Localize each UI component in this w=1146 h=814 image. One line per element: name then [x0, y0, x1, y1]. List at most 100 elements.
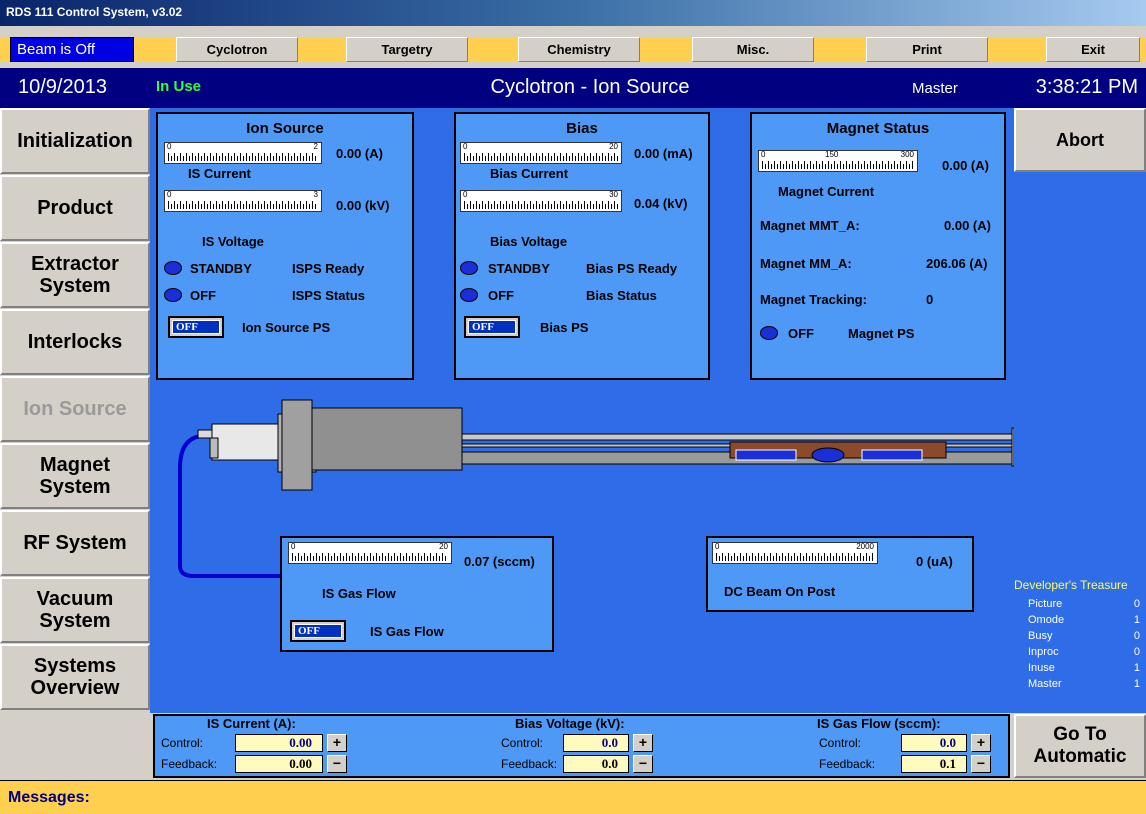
bias-panel: Bias 0 20 0.00 (mA) Bias Current 0 30 0.… — [454, 112, 710, 380]
dev-value: 0 — [1133, 598, 1140, 610]
bias-voltage-decrease-button[interactable]: − — [633, 755, 653, 773]
nav-vacuum-system[interactable]: Vacuum System — [0, 577, 150, 643]
magnet-ps-label: Magnet PS — [848, 326, 915, 341]
dev-value: 0 — [1133, 630, 1140, 642]
control-label: Control: — [161, 736, 204, 750]
is-current-feedback: 0.00 — [235, 755, 323, 773]
dev-key: Busy — [1028, 630, 1053, 642]
bias-ps-toggle[interactable]: OFF — [464, 316, 520, 338]
toggle-state: OFF — [468, 320, 516, 334]
dc-beam-value: 0 (uA) — [916, 554, 953, 569]
bias-current-label: Bias Current — [490, 166, 569, 181]
bias-current-gauge: 0 20 — [460, 142, 622, 164]
isps-status-state: OFF — [190, 288, 216, 303]
magnet-tracking-value: 0 — [926, 292, 934, 307]
magnet-current-value: 0.00 (A) — [942, 158, 989, 173]
mount-plate — [281, 399, 313, 491]
gauge-max: 20 — [439, 542, 448, 551]
is-gas-flow-value: 0.07 (sccm) — [464, 554, 535, 569]
bias-title: Bias — [566, 120, 598, 137]
nav-initialization[interactable]: Initialization — [0, 108, 150, 174]
bias-ps-ready-label: Bias PS Ready — [586, 261, 678, 276]
abort-button[interactable]: Abort — [1014, 108, 1146, 172]
nav-systems-overview[interactable]: Systems Overview — [0, 644, 150, 710]
dev-value: 1 — [1133, 614, 1140, 626]
ion-source-title: Ion Source — [246, 120, 324, 137]
nav-magnet-system[interactable]: Magnet System — [0, 443, 150, 509]
feedback-label: Feedback: — [501, 757, 558, 771]
is-current-increase-button[interactable]: + — [327, 734, 347, 752]
bias-voltage-feedback: 0.0 — [563, 755, 629, 773]
nav-interlocks[interactable]: Interlocks — [0, 309, 150, 375]
dev-key: Omode — [1028, 614, 1065, 626]
is-gas-flow-decrease-button[interactable]: − — [971, 755, 991, 773]
dev-key: Master — [1028, 678, 1062, 690]
is-gas-flow-control-input[interactable]: 0.0 — [901, 734, 967, 752]
dc-beam-panel: 0 2000 0 (uA) DC Beam On Post — [706, 536, 974, 612]
magnet-current-gauge: 0 150 300 — [758, 150, 918, 172]
menu-print-button[interactable]: Print — [866, 37, 988, 62]
is-gas-flow-setpoint-title: IS Gas Flow (sccm): — [817, 716, 941, 731]
gauge-max: 2 — [313, 142, 318, 151]
app-window: RDS 111 Control System, v3.02 Beam is Of… — [0, 0, 1146, 814]
magnet-mm-a-value: 206.06 (A) — [926, 256, 988, 271]
magnet-ps-state: OFF — [788, 326, 814, 341]
bias-ps-ready-led — [460, 261, 478, 275]
is-current-setpoint-title: IS Current (A): — [207, 716, 296, 731]
messages-label: Messages: — [8, 789, 90, 806]
gauge-max: 300 — [900, 150, 914, 159]
gauge-min: 0 — [463, 190, 468, 199]
gauge-major-ticks — [464, 201, 618, 209]
gauge-max: 30 — [609, 190, 618, 199]
is-current-label: IS Current — [188, 166, 251, 181]
feedback-label: Feedback: — [819, 757, 876, 771]
menu-chemistry-button[interactable]: Chemistry — [518, 37, 640, 62]
menu-exit-button[interactable]: Exit — [1046, 37, 1140, 62]
nav-ion-source[interactable]: Ion Source — [0, 376, 150, 442]
chimney-housing — [311, 407, 463, 471]
isps-ready-led — [164, 261, 182, 275]
bias-current-value: 0.00 (mA) — [634, 146, 693, 161]
setpoint-controls: IS Current (A): Control: Feedback: 0.00 … — [153, 714, 1010, 778]
bias-voltage-control-input[interactable]: 0.0 — [563, 734, 629, 752]
dev-value: 1 — [1133, 662, 1140, 674]
bias-status-label: Bias Status — [586, 288, 657, 303]
is-gas-flow-gauge: 0 20 — [288, 542, 452, 564]
is-gas-flow-toggle[interactable]: OFF — [290, 620, 346, 642]
bias-ps-label: Bias PS — [540, 320, 589, 335]
window-title-bar: RDS 111 Control System, v3.02 — [0, 0, 1146, 26]
isps-ready-label: ISPS Ready — [292, 261, 365, 276]
isps-status-label: ISPS Status — [292, 288, 365, 303]
gauge-major-ticks — [168, 201, 318, 209]
magnet-ps-led — [760, 326, 778, 340]
magnet-mmt-a-label: Magnet MMT_A: — [760, 218, 860, 233]
menu-misc-button[interactable]: Misc. — [692, 37, 814, 62]
is-gas-flow-increase-button[interactable]: + — [971, 734, 991, 752]
bias-voltage-gauge: 0 30 — [460, 190, 622, 212]
dev-key: Inproc — [1028, 646, 1059, 658]
ion-source-ps-toggle[interactable]: OFF — [168, 316, 224, 338]
gauge-min: 0 — [167, 142, 172, 151]
bias-voltage-value: 0.04 (kV) — [634, 196, 688, 211]
nav-extractor-system[interactable]: Extractor System — [0, 242, 150, 308]
is-current-control-input[interactable]: 0.00 — [235, 734, 323, 752]
header-time: 3:38:21 PM — [1035, 76, 1138, 98]
is-current-decrease-button[interactable]: − — [327, 755, 347, 773]
source-cap — [209, 437, 219, 459]
dev-key: Inuse — [1028, 662, 1055, 674]
isps-status-led — [164, 288, 182, 302]
nav-product[interactable]: Product — [0, 175, 150, 241]
menu-cyclotron-button[interactable]: Cyclotron — [176, 37, 298, 62]
menu-targetry-button[interactable]: Targetry — [346, 37, 468, 62]
toggle-state: OFF — [294, 624, 342, 638]
nav-rf-system[interactable]: RF System — [0, 510, 150, 576]
go-to-automatic-button[interactable]: Go To Automatic — [1014, 714, 1146, 778]
gauge-min: 0 — [167, 190, 172, 199]
gauge-major-ticks — [464, 153, 618, 161]
magnet-mm-a-label: Magnet MM_A: — [760, 256, 852, 271]
header-date: 10/9/2013 — [18, 76, 107, 98]
bias-voltage-increase-button[interactable]: + — [633, 734, 653, 752]
gauge-major-ticks — [168, 153, 318, 161]
gauge-max: 20 — [609, 142, 618, 151]
puller-aperture — [811, 447, 845, 463]
